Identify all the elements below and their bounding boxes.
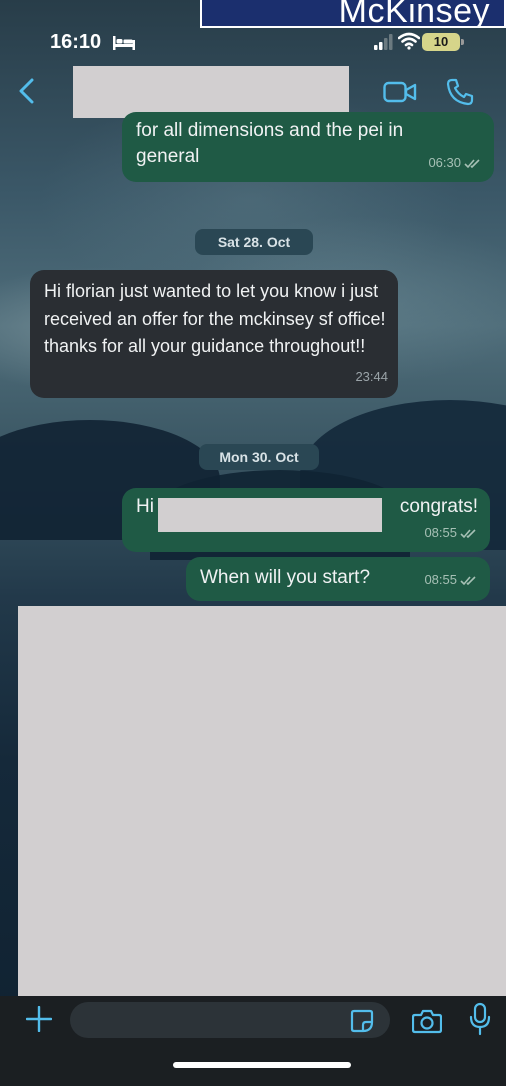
- banner-text: McKinsey: [338, 0, 490, 28]
- bed-icon: [113, 36, 135, 50]
- message-text: Hi florian just wanted to let you know i…: [44, 281, 386, 356]
- message-text: When will you start?: [200, 567, 371, 588]
- signal-icon: [374, 34, 393, 50]
- message-time: 23:44: [355, 368, 388, 384]
- message-bubble-outgoing[interactable]: for all dimensions and the pei in genera…: [122, 112, 494, 182]
- message-bubble-outgoing[interactable]: When will you start? 08:55: [186, 557, 490, 601]
- message-text: for all dimensions and the pei in: [136, 120, 404, 141]
- message-time: 06:30: [428, 155, 461, 170]
- message-time: 08:55: [424, 525, 457, 540]
- message-meta: 08:55: [424, 567, 478, 593]
- battery-indicator: 10: [422, 33, 464, 51]
- message-time: 08:55: [424, 572, 457, 587]
- company-banner: McKinsey: [200, 0, 506, 28]
- chat-header: [0, 58, 506, 120]
- video-call-icon[interactable]: [383, 80, 417, 104]
- home-indicator: [173, 1062, 351, 1068]
- message-input-bar: [0, 996, 506, 1086]
- message-text-prefix: Hi: [136, 496, 154, 517]
- redaction-overlay: [18, 606, 506, 1000]
- back-icon[interactable]: [18, 78, 36, 104]
- status-time: 16:10: [50, 31, 102, 53]
- double-check-icon: [460, 575, 476, 585]
- status-bar: 16:10 10: [0, 28, 506, 58]
- message-meta: 08:55: [424, 520, 478, 546]
- double-check-icon: [460, 528, 476, 538]
- message-meta: 06:30: [428, 150, 482, 176]
- sticker-icon[interactable]: [350, 1009, 374, 1033]
- name-redaction: [158, 498, 382, 532]
- date-separator: Mon 30. Oct: [199, 444, 319, 470]
- message-input[interactable]: [70, 1002, 390, 1038]
- phone-icon[interactable]: [446, 78, 474, 106]
- message-bubble-outgoing[interactable]: Hi congrats! 08:55: [122, 488, 490, 552]
- wifi-icon: [398, 32, 420, 50]
- message-bubble-incoming[interactable]: Hi florian just wanted to let you know i…: [30, 270, 398, 398]
- message-meta: 23:44: [355, 363, 388, 391]
- camera-icon[interactable]: [412, 1008, 442, 1034]
- chat-screen: McKinsey 16:10 10 for all dimensions and…: [0, 0, 506, 1086]
- message-text-suffix: congrats!: [399, 496, 478, 517]
- double-check-icon: [464, 158, 480, 168]
- plus-icon[interactable]: [26, 1006, 52, 1032]
- microphone-icon[interactable]: [468, 1002, 492, 1036]
- date-separator: Sat 28. Oct: [195, 229, 313, 255]
- contact-name-redacted[interactable]: [73, 66, 349, 118]
